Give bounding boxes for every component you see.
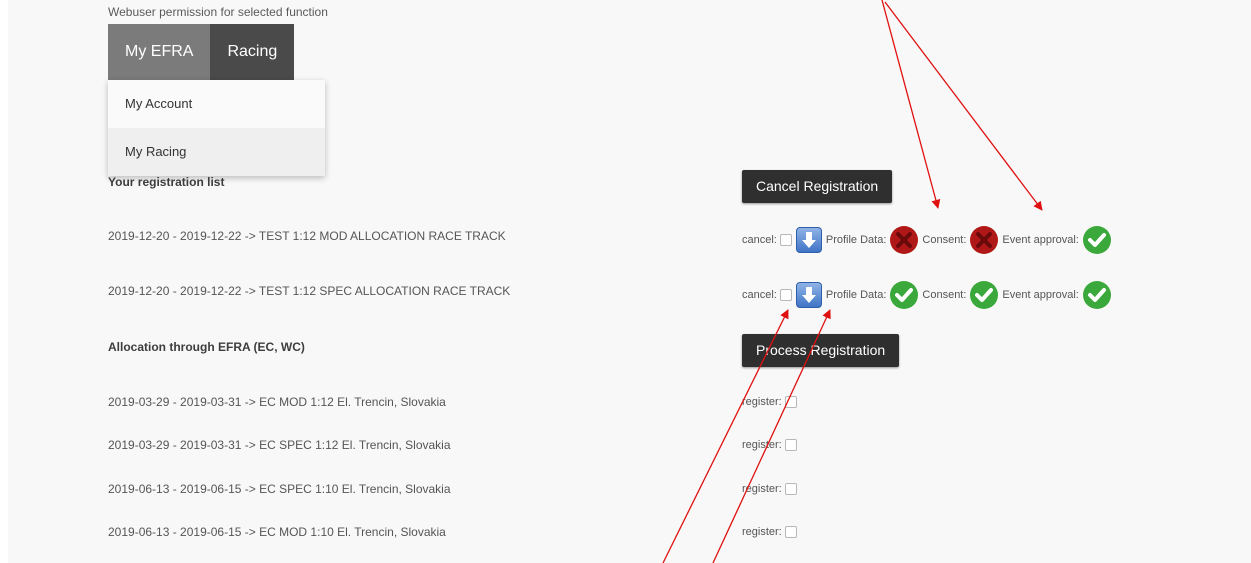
profile-ok-icon (890, 281, 919, 309)
allocation-row-label: 2019-03-29 - 2019-03-31 -> EC SPEC 1:12 … (108, 438, 451, 452)
menu-item-my-account[interactable]: My Account (108, 80, 325, 128)
register-checkbox[interactable] (784, 526, 797, 538)
cancel-checkbox[interactable] (779, 234, 792, 246)
event-approval-ok-icon (1082, 281, 1111, 309)
consent-ok-icon (970, 281, 999, 309)
main-nav: My EFRA Racing (108, 24, 295, 80)
event-approval-label: Event approval: (1002, 234, 1079, 246)
profile-data-label: Profile Data: (825, 234, 887, 246)
registration-status-row: cancel: Profile Data: Consent: Event app… (742, 280, 1115, 310)
registration-list-title: Your registration list (108, 175, 225, 189)
profile-error-icon (890, 226, 919, 254)
register-label: register: (742, 439, 782, 451)
register-checkbox[interactable] (784, 396, 797, 408)
allocation-row-label: 2019-06-13 - 2019-06-15 -> EC SPEC 1:10 … (108, 482, 451, 496)
download-icon[interactable] (795, 282, 822, 308)
event-approval-ok-icon (1082, 226, 1111, 254)
register-label: register: (742, 526, 782, 538)
registration-row-label: 2019-12-20 - 2019-12-22 -> TEST 1:12 SPE… (108, 284, 511, 298)
consent-error-icon (970, 226, 999, 254)
consent-label: Consent: (922, 234, 967, 246)
tab-racing[interactable]: Racing (210, 24, 295, 80)
cancel-checkbox[interactable] (779, 289, 792, 301)
profile-data-label: Profile Data: (825, 289, 887, 301)
register-label: register: (742, 396, 782, 408)
allocation-title: Allocation through EFRA (EC, WC) (108, 340, 305, 354)
cancel-label: cancel: (742, 289, 777, 301)
cancel-registration-button[interactable]: Cancel Registration (742, 170, 893, 203)
consent-label: Consent: (922, 289, 967, 301)
download-icon[interactable] (795, 227, 822, 253)
register-checkbox[interactable] (784, 439, 797, 451)
register-row: register: (742, 396, 801, 408)
register-row: register: (742, 439, 801, 451)
allocation-row-label: 2019-03-29 - 2019-03-31 -> EC MOD 1:12 E… (108, 395, 446, 409)
menu-item-my-racing[interactable]: My Racing (108, 128, 325, 176)
register-label: register: (742, 483, 782, 495)
register-checkbox[interactable] (784, 483, 797, 495)
event-approval-label: Event approval: (1002, 289, 1079, 301)
cancel-label: cancel: (742, 234, 777, 246)
register-row: register: (742, 526, 801, 538)
allocation-row-label: 2019-06-13 - 2019-06-15 -> EC MOD 1:10 E… (108, 525, 446, 539)
registration-row-label: 2019-12-20 - 2019-12-22 -> TEST 1:12 MOD… (108, 229, 506, 243)
permission-text: Webuser permission for selected function (108, 5, 328, 19)
tab-my-efra[interactable]: My EFRA (108, 24, 211, 80)
my-efra-dropdown: My Account My Racing (108, 80, 325, 176)
register-row: register: (742, 483, 801, 495)
process-registration-button[interactable]: Process Registration (742, 334, 900, 367)
registration-status-row: cancel: Profile Data: Consent: Event app… (742, 225, 1115, 255)
